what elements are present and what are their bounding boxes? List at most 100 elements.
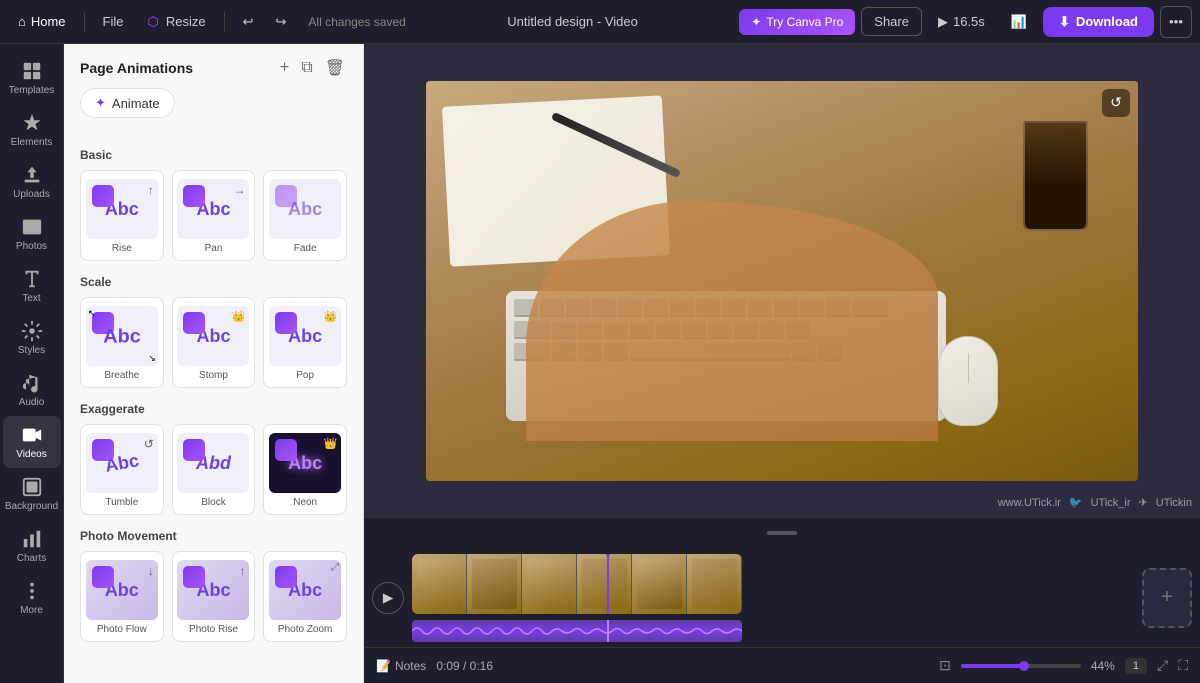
add-clip-button[interactable]: + [1142, 568, 1192, 628]
sidebar-label-audio: Audio [19, 397, 45, 408]
audio-strip[interactable] [412, 620, 742, 642]
panel-copy-button[interactable]: ⧉ [299, 57, 314, 79]
audio-waveform [412, 623, 742, 639]
sidebar-item-templates[interactable]: Templates [3, 52, 61, 104]
anim-card-photo-zoom[interactable]: Abc ⤢ Photo Zoom [263, 551, 347, 642]
sidebar-item-audio[interactable]: Audio [3, 364, 61, 416]
sidebar-item-videos[interactable]: Videos [3, 416, 61, 468]
sidebar-item-elements[interactable]: Elements [3, 104, 61, 156]
anim-label-rise: Rise [112, 243, 132, 254]
share-button[interactable]: Share [861, 7, 922, 36]
anim-label-photoflow: Photo Flow [97, 624, 147, 635]
watermark-website: www.UTick.ir [998, 497, 1061, 509]
anim-card-breathe[interactable]: Abc ↖ ↘ Breathe [80, 297, 164, 388]
timeline-handle-row [364, 518, 1200, 548]
anim-card-pop[interactable]: Abc 👑 Pop [263, 297, 347, 388]
more-icon: ••• [1169, 14, 1183, 29]
clip-thumb-4 [577, 554, 632, 614]
clip-thumb-2 [467, 554, 522, 614]
animate-button[interactable]: ✦ Animate [80, 88, 175, 118]
anim-card-fade[interactable]: Abc Fade [263, 170, 347, 261]
more-options-button[interactable]: ••• [1160, 6, 1192, 38]
panel-add-button[interactable]: + [278, 57, 291, 79]
download-button[interactable]: ⬇ Download [1043, 7, 1154, 37]
sidebar-label-charts: Charts [17, 553, 46, 564]
sidebar-item-styles[interactable]: Styles [3, 312, 61, 364]
sidebar-item-charts[interactable]: Charts [3, 520, 61, 572]
play-icon: ▶ [938, 14, 948, 30]
file-button[interactable]: File [93, 8, 134, 35]
anim-preview-block: Abd [177, 433, 249, 493]
anim-grid-photo: Abc ↓ Photo Flow Abc ↑ Photo Rise [80, 551, 347, 642]
undo-button[interactable]: ↩ [233, 8, 264, 36]
sidebar-label-photos: Photos [16, 241, 47, 252]
fullscreen-button[interactable]: ⛶ [1178, 657, 1188, 674]
sidebar-item-more[interactable]: More [3, 572, 61, 624]
anim-card-photo-flow[interactable]: Abc ↓ Photo Flow [80, 551, 164, 642]
clip-strip-main[interactable] [412, 554, 742, 614]
home-button[interactable]: ⌂ Home [8, 8, 76, 35]
resize-label: Resize [166, 14, 206, 29]
panel-delete-button[interactable]: 🗑 [323, 56, 347, 80]
refresh-button[interactable]: ↺ [1102, 89, 1130, 117]
sidebar-item-photos[interactable]: Photos [3, 208, 61, 260]
star-icon: ✦ [751, 15, 761, 29]
thumb-img-4 [582, 559, 627, 609]
download-icon: ⬇ [1059, 14, 1070, 30]
anim-preview-pop: Abc 👑 [269, 306, 341, 366]
twitter-icon: 🐦 [1069, 496, 1083, 509]
arrow-icon-pan: → [233, 183, 245, 197]
anim-card-neon[interactable]: Abc 👑 Neon [263, 424, 347, 515]
anim-preview-photo-rise: Abc ↑ [177, 560, 249, 620]
notes-label: Notes [395, 659, 426, 673]
resize-button[interactable]: ⬡ Resize [138, 8, 216, 36]
canvas-body: ↺ www.UTick.ir 🐦 UTick_ir ✈ UTickin [364, 44, 1200, 517]
anim-card-pan[interactable]: Abc → Pan [172, 170, 256, 261]
abc-icon-block [183, 439, 205, 461]
anim-card-rise[interactable]: Abc ↑ Rise [80, 170, 164, 261]
sidebar-item-uploads[interactable]: Uploads [3, 156, 61, 208]
anim-preview-pan: Abc → [177, 179, 249, 239]
anim-grid-basic: Abc ↑ Rise Abc → Pan Abc [80, 170, 347, 261]
abc-icon-photozoom [275, 566, 297, 588]
abc-text-fade: Abc [288, 199, 322, 220]
analytics-button[interactable]: 📊 [1001, 8, 1037, 36]
screen-view-button[interactable]: ⊡ [939, 657, 951, 674]
timeline-clips-area [412, 554, 1134, 642]
nav-right-group: ✦ Try Canva Pro Share ▶ 16.5s 📊 ⬇ Downlo… [739, 6, 1192, 38]
progress-track[interactable] [961, 664, 1081, 668]
clip-thumb-5 [632, 554, 687, 614]
anim-card-stomp[interactable]: Abc 👑 Stomp [172, 297, 256, 388]
navbar: ⌂ Home File ⬡ Resize ↩ ↪ All changes sav… [0, 0, 1200, 44]
anim-card-block[interactable]: Abd Block [172, 424, 256, 515]
keyboard-scene [426, 81, 1138, 481]
crown-badge-stomp: 👑 [232, 310, 246, 323]
rotate-icon: ↺ [144, 437, 154, 451]
fit-button[interactable]: ⤢ [1157, 657, 1168, 674]
sidebar: Templates Elements Uploads Photos Text S… [0, 44, 64, 683]
audio-row [412, 620, 742, 642]
sidebar-item-background[interactable]: Background [3, 468, 61, 520]
anim-card-photo-rise[interactable]: Abc ↑ Photo Rise [172, 551, 256, 642]
anim-preview-tumble: Abc ↺ [86, 433, 158, 493]
file-label: File [103, 14, 124, 29]
expand-arrow-br: ↘ [148, 353, 156, 364]
anim-label-block: Block [201, 497, 225, 508]
play-button[interactable]: ▶ [372, 582, 404, 614]
timer-button[interactable]: ▶ 16.5s [928, 8, 995, 36]
notes-button[interactable]: 📝 Notes [376, 659, 426, 673]
redo-button[interactable]: ↪ [266, 8, 297, 36]
abc-icon-photorise [183, 566, 205, 588]
hands [526, 201, 938, 441]
panel-top-row: Page Animations + ⧉ 🗑 [64, 44, 363, 80]
screen-icon: ⊡ [939, 657, 951, 673]
section-title-scale: Scale [80, 275, 347, 289]
anim-grid-scale: Abc ↖ ↘ Breathe Abc 👑 Stomp [80, 297, 347, 388]
fullscreen-icon: ⛶ [1178, 657, 1188, 673]
sidebar-item-text[interactable]: Text [3, 260, 61, 312]
clip-thumb-3 [522, 554, 577, 614]
abc-icon-pop [275, 312, 297, 334]
anim-card-tumble[interactable]: Abc ↺ Tumble [80, 424, 164, 515]
try-pro-button[interactable]: ✦ Try Canva Pro [739, 9, 855, 35]
anim-label-neon: Neon [293, 497, 317, 508]
